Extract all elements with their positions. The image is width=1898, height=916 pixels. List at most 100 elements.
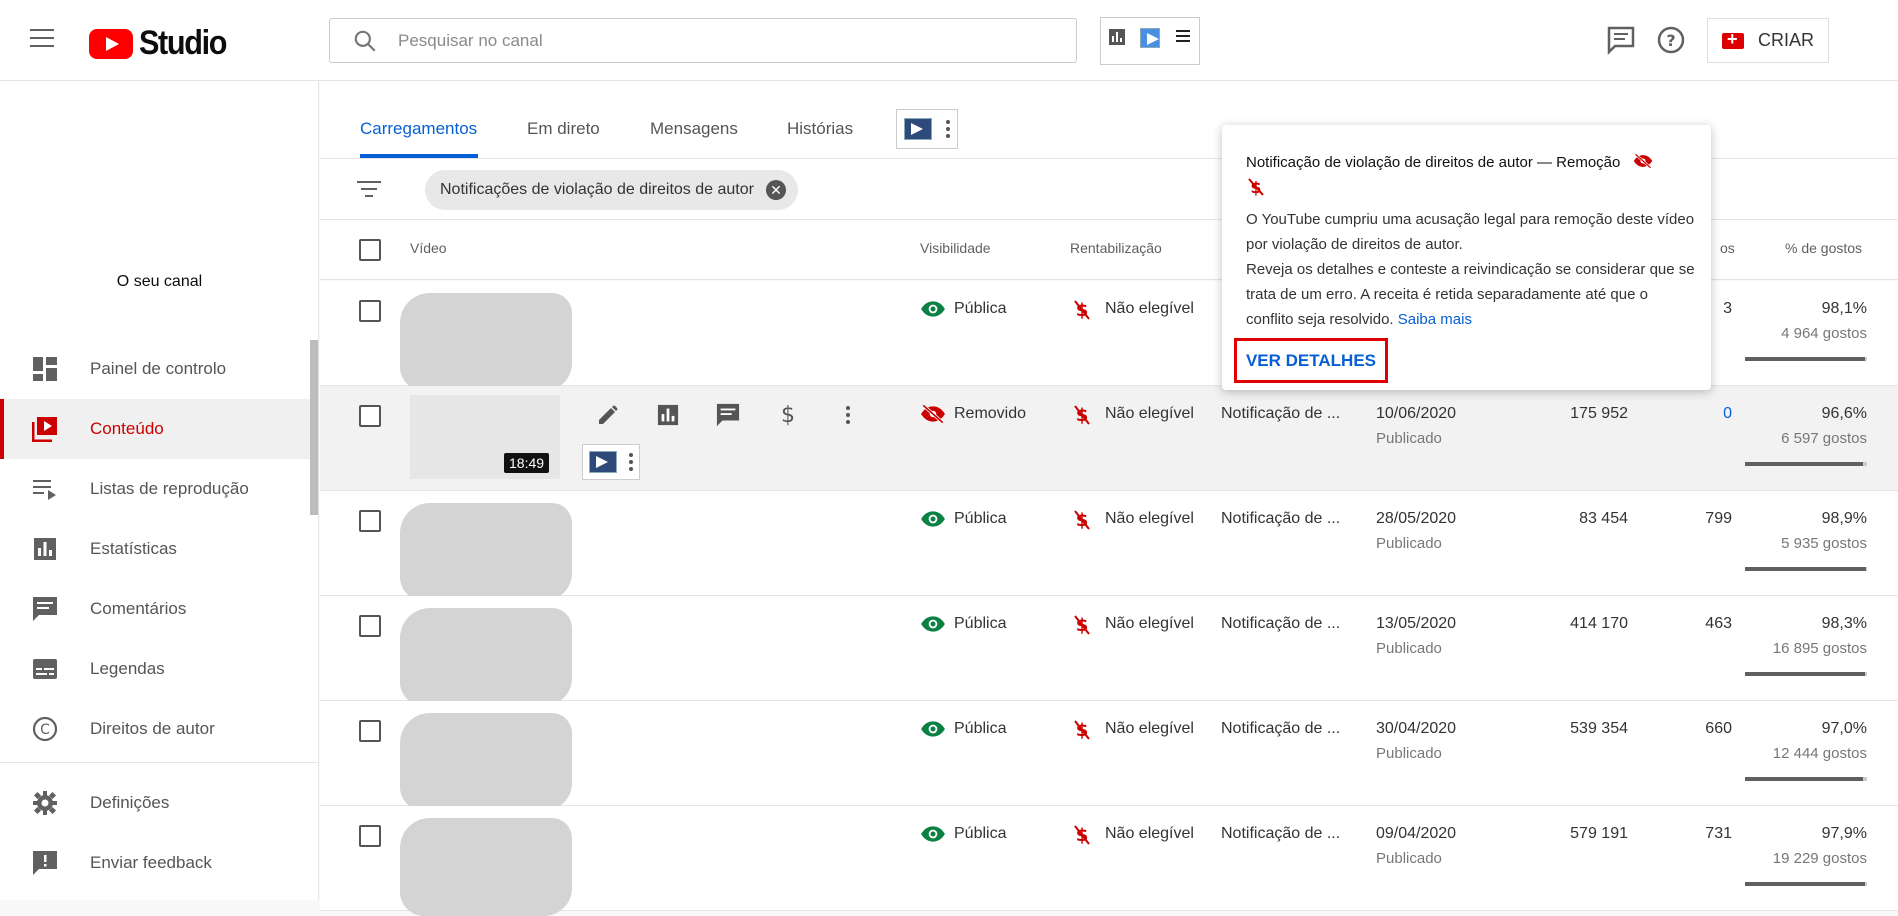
help-icon[interactable]: ? (1655, 24, 1687, 56)
monetization-label[interactable]: Não elegível (1105, 300, 1194, 318)
redacted-thumbnail[interactable] (400, 713, 572, 811)
likes-count: 12 444 gostos (1772, 745, 1867, 762)
edit-icon[interactable] (590, 400, 626, 430)
redacted-thumbnail[interactable] (400, 608, 572, 706)
bar-chart-icon[interactable] (1108, 28, 1126, 46)
view-details-highlight: VER DETALHES (1234, 338, 1388, 383)
extension-logo-icon[interactable] (1140, 28, 1160, 48)
row-checkbox[interactable] (359, 300, 381, 322)
sidebar-item-content[interactable]: Conteúdo (0, 399, 310, 459)
restriction-label[interactable]: Notificação de ... (1221, 720, 1340, 738)
visibility-label[interactable]: Pública (954, 615, 1006, 633)
monetization-label[interactable]: Não elegível (1105, 720, 1194, 738)
sidebar-item-dashboard[interactable]: Painel de controlo (0, 339, 310, 399)
studio-logo[interactable]: Studio (89, 24, 236, 63)
redacted-thumbnail[interactable] (400, 818, 572, 916)
row-checkbox[interactable] (359, 825, 381, 847)
table-row[interactable]: 18:49 $ Removido $ Não elegível Notifica… (320, 386, 1898, 491)
more-vert-icon[interactable] (946, 120, 950, 138)
monetization-icon[interactable]: $ (770, 400, 806, 430)
visibility-label[interactable]: Pública (954, 300, 1006, 318)
analytics-icon[interactable] (650, 400, 686, 430)
tab-uploads[interactable]: Carregamentos (360, 119, 477, 139)
comments-icon[interactable] (710, 400, 746, 430)
visibility-off-icon (921, 404, 945, 424)
comments-count[interactable]: 0 (1723, 405, 1732, 423)
sidebar-item-comments[interactable]: Comentários (0, 579, 310, 639)
sidebar-item-analytics[interactable]: Estatísticas (0, 519, 310, 579)
sidebar-item-playlists[interactable]: Listas de reprodução (0, 459, 310, 519)
table-row[interactable]: Pública $ Não elegível Notificação de ..… (320, 701, 1898, 811)
comments-count[interactable]: 731 (1705, 825, 1732, 843)
sidebar-item-settings[interactable]: Definições (0, 773, 310, 833)
comments-count[interactable]: 799 (1705, 510, 1732, 528)
sidebar-item-feedback[interactable]: Enviar feedback (0, 833, 310, 893)
publish-status: Publicado (1376, 745, 1442, 762)
feedback-icon (31, 849, 59, 877)
row-checkbox[interactable] (359, 615, 381, 637)
sidebar-item-copyright[interactable]: C Direitos de autor (0, 699, 310, 759)
row-checkbox[interactable] (359, 510, 381, 532)
tab-live[interactable]: Em direto (527, 119, 600, 139)
visibility-icon (921, 511, 945, 527)
demonetized-icon: $ (1074, 825, 1090, 846)
column-header-likes[interactable]: % de gostos (1785, 240, 1862, 256)
comments-count[interactable]: 3 (1723, 300, 1732, 318)
demonetized-icon: $ (1074, 300, 1090, 321)
monetization-label[interactable]: Não elegível (1105, 510, 1194, 528)
comments-count[interactable]: 463 (1705, 615, 1732, 633)
column-header-video[interactable]: Vídeo (410, 240, 447, 256)
table-row[interactable]: Pública $ Não elegível Notificação de ..… (320, 491, 1898, 601)
sidebar-item-subtitles[interactable]: Legendas (0, 639, 310, 699)
list-icon[interactable] (1174, 28, 1192, 44)
monetization-label[interactable]: Não elegível (1105, 405, 1194, 423)
visibility-label[interactable]: Pública (954, 720, 1006, 738)
likes-percent: 98,9% (1821, 510, 1867, 527)
row-checkbox[interactable] (359, 720, 381, 742)
restriction-label[interactable]: Notificação de ... (1221, 405, 1340, 423)
learn-more-link[interactable]: Saiba mais (1398, 311, 1472, 328)
visibility-label[interactable]: Pública (954, 825, 1006, 843)
monetization-label[interactable]: Não elegível (1105, 825, 1194, 843)
menu-icon[interactable] (30, 29, 58, 49)
column-header-comments[interactable]: os (1720, 240, 1735, 256)
redacted-thumbnail[interactable] (400, 293, 572, 391)
view-details-button[interactable]: VER DETALHES (1246, 351, 1376, 371)
restriction-label[interactable]: Notificação de ... (1221, 510, 1340, 528)
create-button[interactable]: CRIAR (1707, 18, 1829, 63)
filter-chip[interactable]: Notificações de violação de direitos de … (425, 170, 798, 210)
monetization-label[interactable]: Não elegível (1105, 615, 1194, 633)
restriction-label[interactable]: Notificação de ... (1221, 615, 1340, 633)
visibility-label[interactable]: Pública (954, 510, 1006, 528)
filter-icon[interactable] (356, 179, 382, 199)
search-box[interactable] (329, 18, 1077, 63)
demonetized-icon: $ (1074, 405, 1090, 426)
select-all-checkbox[interactable] (359, 239, 381, 261)
visibility-label[interactable]: Removido (954, 405, 1026, 423)
channel-label[interactable]: O seu canal (0, 273, 319, 291)
video-duration: 18:49 (504, 453, 550, 473)
table-row[interactable]: Pública $ Não elegível Notificação de ..… (320, 596, 1898, 706)
more-vert-icon[interactable] (629, 453, 633, 471)
likes-count: 19 229 gostos (1772, 850, 1867, 867)
search-input[interactable] (396, 29, 996, 52)
extension-tab-button[interactable] (896, 109, 958, 149)
comments-count[interactable]: 660 (1705, 720, 1732, 738)
messages-icon[interactable] (1605, 24, 1637, 56)
close-icon[interactable]: ✕ (765, 180, 786, 200)
extension-row-button[interactable] (582, 444, 640, 480)
redacted-thumbnail[interactable] (400, 503, 572, 601)
sidebar-scrollbar[interactable] (310, 340, 318, 515)
publish-status: Publicado (1376, 535, 1442, 552)
tab-stories[interactable]: Histórias (787, 119, 853, 139)
likes-count: 6 597 gostos (1781, 430, 1867, 447)
column-header-monetization[interactable]: Rentabilização (1070, 240, 1162, 256)
restriction-label[interactable]: Notificação de ... (1221, 825, 1340, 843)
row-checkbox[interactable] (359, 405, 381, 427)
table-row[interactable]: Pública $ Não elegível Notificação de ..… (320, 806, 1898, 916)
tab-posts[interactable]: Mensagens (650, 119, 738, 139)
more-options-icon[interactable] (830, 400, 866, 430)
likes-bar-fill (1745, 462, 1864, 466)
column-header-visibility[interactable]: Visibilidade (920, 240, 991, 256)
views-count: 83 454 (1579, 510, 1628, 527)
